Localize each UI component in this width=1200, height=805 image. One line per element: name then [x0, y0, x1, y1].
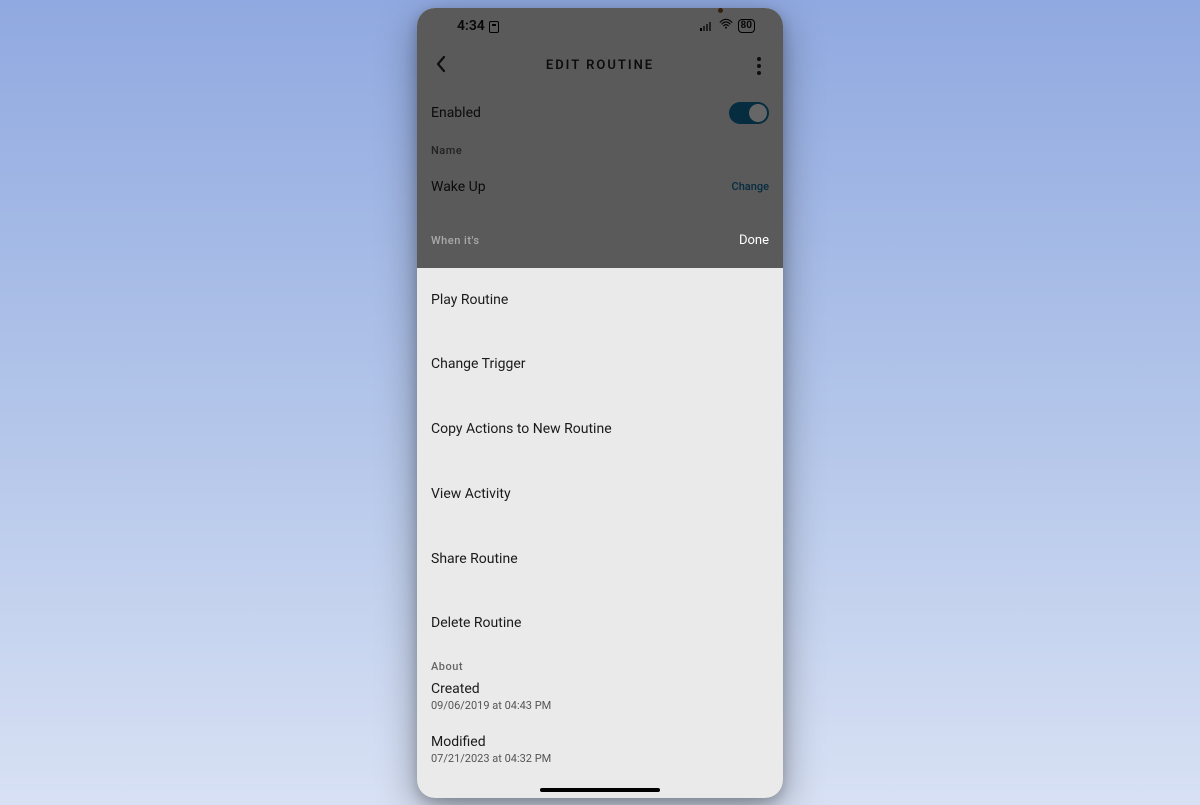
done-button[interactable]: Done [739, 233, 769, 248]
menu-play-routine[interactable]: Play Routine [417, 274, 783, 327]
wifi-icon [719, 18, 733, 34]
sim-card-icon [489, 21, 499, 33]
about-section-label: About [417, 650, 783, 677]
camera-indicator-dot-icon [718, 8, 723, 13]
status-bar: 4:34 80 [417, 8, 783, 44]
menu-copy-actions[interactable]: Copy Actions to New Routine [417, 403, 783, 456]
modified-block: Modified 07/21/2023 at 04:32 PM [417, 730, 783, 773]
routine-name-value: Wake Up [431, 169, 486, 205]
modified-label: Modified [431, 734, 769, 752]
status-time: 4:34 [457, 18, 485, 34]
enabled-toggle[interactable] [729, 102, 769, 124]
back-icon[interactable] [435, 55, 447, 77]
created-value: 09/06/2019 at 04:43 PM [431, 699, 769, 712]
page-title: EDIT ROUTINE [546, 58, 654, 73]
created-block: Created 09/06/2019 at 04:43 PM [417, 677, 783, 720]
routine-name-row: Wake Up Change [431, 159, 769, 219]
home-indicator[interactable] [540, 788, 660, 792]
enabled-label: Enabled [431, 105, 481, 121]
change-name-link[interactable]: Change [732, 180, 769, 193]
menu-share-routine[interactable]: Share Routine [417, 533, 783, 586]
created-label: Created [431, 681, 769, 699]
menu-delete-routine[interactable]: Delete Routine [417, 597, 783, 650]
battery-icon: 80 [738, 19, 755, 33]
menu-view-activity[interactable]: View Activity [417, 468, 783, 521]
enabled-toggle-row: Enabled [431, 88, 769, 138]
routine-settings-dim: Enabled Name Wake Up Change [417, 88, 783, 219]
action-sheet: Play Routine Change Trigger Copy Actions… [417, 268, 783, 798]
when-its-row: When it's Done [417, 233, 783, 248]
phone-frame: 4:34 80 EDIT ROUTINE [417, 8, 783, 798]
nav-header: EDIT ROUTINE [417, 44, 783, 88]
when-its-label: When it's [431, 234, 480, 247]
menu-change-trigger[interactable]: Change Trigger [417, 338, 783, 391]
modified-value: 07/21/2023 at 04:32 PM [431, 752, 769, 765]
cellular-signal-icon [700, 21, 714, 31]
name-section-label: Name [431, 138, 769, 159]
overflow-menu-icon[interactable] [753, 57, 765, 75]
